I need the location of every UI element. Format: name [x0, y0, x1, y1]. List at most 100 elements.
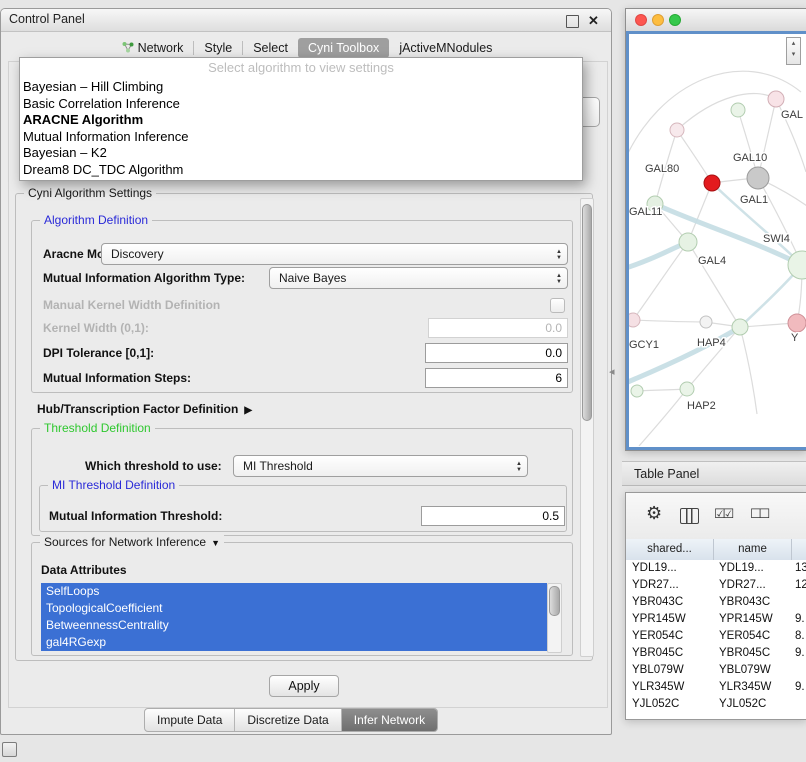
table-row[interactable]: YBR043CYBR043C [626, 594, 806, 611]
table-body: YDL19...YDL19...13YDR27...YDR27...12YBR0… [626, 560, 806, 719]
network-window-titlebar[interactable] [626, 9, 806, 32]
table-cell: YDR27... [714, 577, 792, 594]
network-node-label: HAP4 [697, 337, 726, 349]
attribute-list-item[interactable]: SelfLoops [41, 583, 547, 600]
tab-cyni-toolbox[interactable]: Cyni Toolbox [298, 38, 389, 58]
attributes-scrollbar[interactable] [547, 583, 562, 653]
tab-impute-data[interactable]: Impute Data [145, 709, 235, 731]
sources-toggle[interactable]: Sources for Network Inference [40, 535, 224, 549]
network-node[interactable] [788, 314, 806, 332]
network-node[interactable] [700, 316, 712, 328]
bottom-tabs: Impute Data Discretize Data Infer Networ… [144, 708, 438, 732]
kernel-width-field[interactable] [428, 318, 568, 338]
close-window-icon[interactable] [588, 12, 599, 23]
attribute-list-item[interactable]: TopologicalCoefficient [41, 600, 547, 617]
network-node[interactable] [704, 175, 720, 191]
table-row[interactable]: YDL19...YDL19...13 [626, 560, 806, 577]
select-all-columns-icon[interactable] [714, 506, 731, 522]
tab-select[interactable]: Select [243, 38, 298, 58]
algorithm-option[interactable]: Dream8 DC_TDC Algorithm [20, 162, 582, 179]
tab-style[interactable]: Style [194, 38, 242, 58]
table-row[interactable]: YBL079WYBL079W [626, 662, 806, 679]
columns-icon[interactable] [680, 508, 699, 524]
network-node[interactable] [670, 123, 684, 137]
network-node-label: GCY1 [629, 339, 659, 351]
table-cell: 9. [792, 679, 806, 696]
mi-steps-field[interactable] [425, 368, 568, 388]
network-node[interactable] [680, 382, 694, 396]
network-node[interactable] [768, 91, 784, 107]
table-cell: 9. [792, 611, 806, 628]
table-row[interactable]: YJL052CYJL052C [626, 696, 806, 713]
network-node-label: SWI4 [763, 233, 790, 245]
algorithm-option[interactable]: Bayesian – K2 [20, 145, 582, 162]
deselect-all-columns-icon[interactable] [750, 506, 767, 522]
manual-kernel-checkbox[interactable] [550, 298, 565, 313]
dpi-tolerance-field[interactable] [425, 343, 568, 363]
float-window-icon[interactable] [566, 15, 579, 28]
table-row[interactable]: YER054CYER054C8. [626, 628, 806, 645]
data-attributes-list[interactable]: SelfLoopsTopologicalCoefficientBetweenne… [41, 583, 547, 651]
network-overview-scrollbar[interactable] [786, 37, 801, 65]
table-row[interactable]: YLR345WYLR345W9. [626, 679, 806, 696]
table-row[interactable]: YBR045CYBR045C9. [626, 645, 806, 662]
tab-discretize-data[interactable]: Discretize Data [235, 709, 341, 731]
table-window: shared... name YDL19...YDL19...13YDR27..… [625, 492, 806, 720]
network-node[interactable] [629, 313, 640, 327]
network-canvas[interactable]: GALGAL80GAL10GAL1GAL11SWI4GAL4GCY1HAP4YH… [626, 31, 806, 450]
network-icon [122, 41, 134, 56]
network-node-label: GAL4 [698, 255, 726, 267]
table-panel-header[interactable]: Table Panel [622, 461, 806, 486]
network-node-label: Y [791, 332, 799, 344]
attributes-scrollbar-thumb[interactable] [549, 586, 560, 616]
column-header-name[interactable]: name [714, 539, 792, 560]
combo-arrows-icon [556, 269, 562, 288]
group-title: MI Threshold Definition [48, 478, 179, 492]
settings-scrollbar-thumb[interactable] [582, 204, 592, 421]
which-threshold-label: Which threshold to use: [85, 455, 222, 477]
attribute-list-item[interactable]: gal4RGexp [41, 634, 547, 651]
column-header-shared[interactable]: shared... [626, 539, 714, 560]
algorithm-option[interactable]: Basic Correlation Inference [20, 96, 582, 113]
control-panel-titlebar[interactable]: Control Panel [1, 9, 611, 32]
gear-icon[interactable] [646, 503, 662, 524]
settings-scrollbar[interactable] [580, 198, 594, 657]
zoom-traffic-light-icon[interactable] [669, 14, 681, 26]
algorithm-dropdown-popup: Select algorithm to view settings Bayesi… [19, 57, 583, 181]
tab-network[interactable]: Network [112, 38, 194, 59]
table-cell: 12 [792, 577, 806, 594]
table-row[interactable]: YPR145WYPR145W9. [626, 611, 806, 628]
network-node[interactable] [731, 103, 745, 117]
minimize-traffic-light-icon[interactable] [652, 14, 664, 26]
network-node[interactable] [747, 167, 769, 189]
table-cell: 13 [792, 560, 806, 577]
tab-infer-network[interactable]: Infer Network [342, 709, 437, 731]
table-cell: YLR345W [626, 679, 714, 696]
table-cell: YDR27... [626, 577, 714, 594]
algorithm-option[interactable]: Mutual Information Inference [20, 129, 582, 146]
tab-jactivemnodules[interactable]: jActiveMNodules [389, 38, 502, 58]
mi-threshold-field[interactable] [421, 506, 565, 526]
table-cell: YBR043C [626, 594, 714, 611]
panel-collapse-icon[interactable] [609, 365, 615, 378]
apply-button[interactable]: Apply [269, 675, 339, 697]
mi-algorithm-type-select[interactable]: Naive Bayes [269, 267, 568, 289]
table-cell: YDL19... [714, 560, 792, 577]
mi-type-label: Mutual Information Algorithm Type: [43, 267, 245, 289]
network-node[interactable] [679, 233, 697, 251]
attribute-list-item[interactable]: BetweennessCentrality [41, 617, 547, 634]
which-threshold-select[interactable]: MI Threshold [233, 455, 528, 477]
table-row[interactable]: YDR27...YDR27...12 [626, 577, 806, 594]
minimized-panel-icon[interactable] [2, 742, 17, 757]
network-node[interactable] [631, 385, 643, 397]
tab-label: Network [138, 41, 184, 55]
aracne-mode-select[interactable]: Discovery [101, 243, 568, 265]
hub-definition-toggle[interactable]: Hub/Transcription Factor Definition [37, 398, 252, 422]
algorithm-option[interactable]: ARACNE Algorithm [20, 112, 582, 129]
network-node[interactable] [732, 319, 748, 335]
network-node-label: HAP2 [687, 400, 716, 412]
mi-type-value: Naive Bayes [279, 271, 346, 285]
algorithm-option[interactable]: Bayesian – Hill Climbing [20, 79, 582, 96]
close-traffic-light-icon[interactable] [635, 14, 647, 26]
column-header-cut[interactable] [792, 539, 806, 560]
